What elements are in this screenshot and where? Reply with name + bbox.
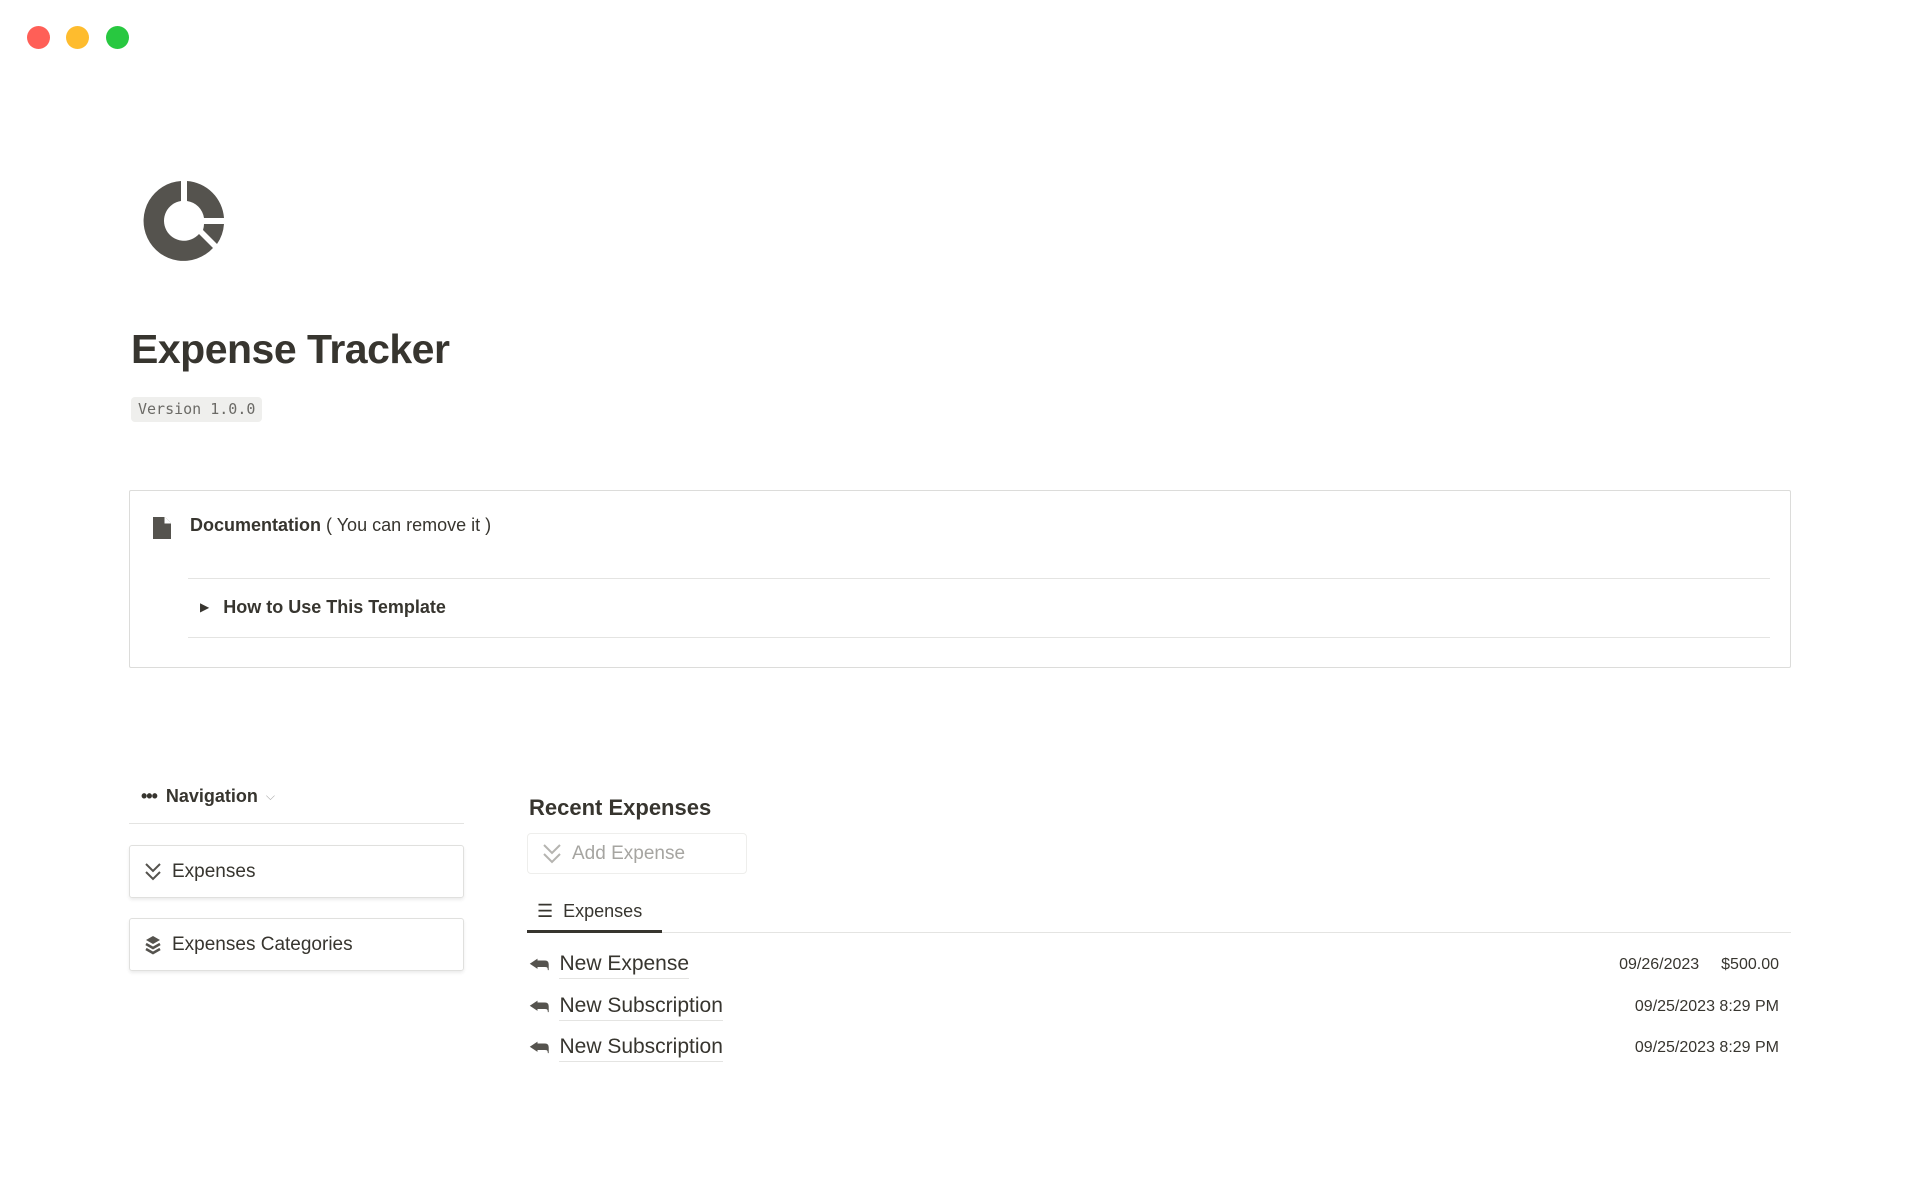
- recent-expenses-heading: Recent Expenses: [529, 795, 712, 820]
- version-badge: Version 1.0.0: [131, 397, 263, 422]
- toggle-label: How to Use This Template: [223, 596, 446, 617]
- how-to-use-toggle[interactable]: ▶ How to Use This Template: [188, 589, 446, 625]
- tab-label: Expenses: [563, 900, 643, 921]
- expense-date: 09/25/2023 8:29 PM: [1634, 1039, 1779, 1056]
- window-maximize-button[interactable]: [106, 26, 129, 49]
- double-chevron-down-icon: [543, 843, 561, 863]
- navigation-header[interactable]: ••• Navigation ⌵: [141, 786, 275, 807]
- reply-arrow-icon: ⮪: [529, 994, 550, 1019]
- reply-arrow-icon: ⮪: [529, 1035, 550, 1060]
- chevron-down-icon: ⌵: [265, 789, 276, 803]
- add-expense-label: Add Expense: [572, 842, 686, 864]
- nav-card-expenses[interactable]: Expenses: [129, 845, 464, 898]
- documentation-note: ( You can remove it ): [326, 515, 492, 535]
- documentation-callout: Documentation ( You can remove it ) ▶ Ho…: [129, 490, 1791, 668]
- expense-row[interactable]: ⮪ New Expense 09/26/2023 $500.00: [529, 947, 1779, 983]
- expense-date: 09/26/2023: [1619, 956, 1700, 973]
- nav-card-label: Expenses Categories: [172, 933, 353, 955]
- tab-expenses[interactable]: ☰ Expenses: [537, 893, 642, 929]
- active-tab-indicator: [527, 930, 662, 933]
- window-minimize-button[interactable]: [66, 26, 89, 49]
- list-icon: ☰: [537, 900, 554, 921]
- documentation-heading: Documentation ( You can remove it ): [190, 515, 491, 536]
- layers-icon: [145, 935, 161, 954]
- triangle-right-icon[interactable]: ▶: [200, 600, 209, 614]
- expense-name[interactable]: New Subscription: [559, 994, 723, 1021]
- expense-name[interactable]: New Subscription: [559, 1035, 723, 1062]
- add-expense-button[interactable]: Add Expense: [527, 833, 747, 874]
- document-icon: [153, 517, 171, 539]
- page-title: Expense Tracker: [131, 326, 450, 372]
- double-chevron-down-icon: [145, 862, 161, 880]
- expense-row[interactable]: ⮪ New Subscription 09/25/2023 8:29 PM: [529, 989, 1779, 1025]
- expense-row[interactable]: ⮪ New Subscription 09/25/2023 8:29 PM: [529, 1030, 1779, 1066]
- more-dots-icon: •••: [141, 786, 158, 806]
- reply-arrow-icon: ⮪: [529, 952, 550, 977]
- window-close-button[interactable]: [27, 26, 50, 49]
- nav-card-label: Expenses: [172, 860, 256, 882]
- documentation-title: Documentation: [190, 515, 322, 535]
- expense-date: 09/25/2023 8:29 PM: [1634, 998, 1779, 1015]
- nav-card-expenses-categories[interactable]: Expenses Categories: [129, 918, 464, 971]
- expense-name[interactable]: New Expense: [559, 952, 690, 979]
- donut-chart-icon: [143, 181, 224, 261]
- expense-amount: $500.00: [1721, 956, 1779, 973]
- navigation-label: Navigation: [165, 786, 258, 806]
